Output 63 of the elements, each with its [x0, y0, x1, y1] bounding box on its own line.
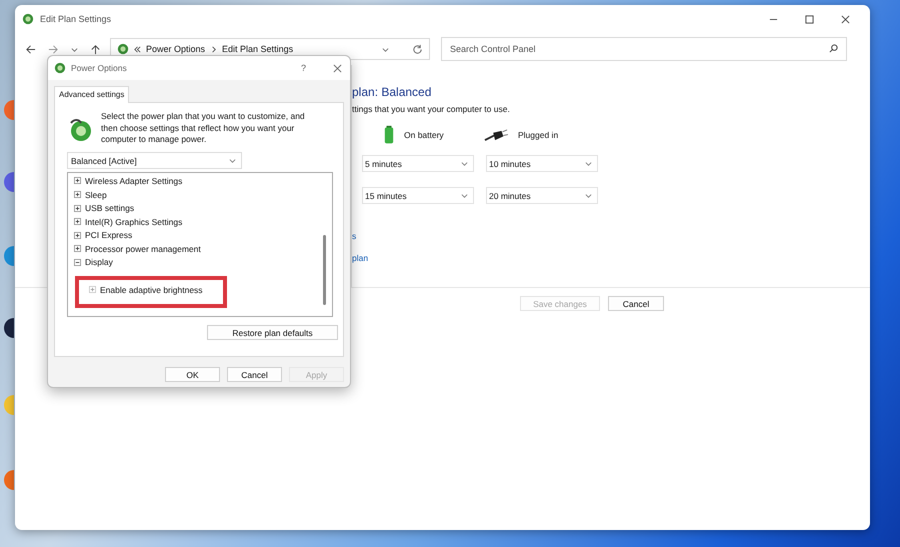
power-options-icon	[22, 13, 34, 25]
minutes-dropdown[interactable]: 20 minutes	[486, 187, 598, 204]
window-title: Edit Plan Settings	[40, 14, 112, 24]
close-icon[interactable]	[333, 64, 342, 72]
tree-item[interactable]: USB settings	[85, 203, 134, 214]
tree-item[interactable]: Display	[85, 257, 113, 268]
maximize-icon[interactable]	[805, 14, 814, 24]
expand-toggle-icon[interactable]	[74, 177, 81, 184]
description-text: Select the power plan that you want to customize, and then choose settings that reflect how you want your computer to manage power.	[101, 111, 306, 146]
breadcrumb-item[interactable]: Power Options	[146, 44, 206, 54]
plan-heading: plan: Balanced	[352, 85, 432, 99]
battery-icon	[384, 125, 394, 145]
expand-toggle-icon[interactable]	[74, 218, 81, 226]
column-label: On battery	[404, 130, 444, 140]
plan-dropdown[interactable]: Balanced [Active]	[67, 152, 242, 170]
dialog-title: Power Options	[71, 63, 127, 73]
caret-icon	[229, 157, 236, 164]
breadcrumb-item[interactable]: Edit Plan Settings	[222, 44, 294, 54]
up-arrow-icon[interactable]	[90, 44, 101, 54]
refresh-icon[interactable]	[412, 44, 423, 54]
tree-item[interactable]: Wireless Adapter Settings	[85, 176, 182, 186]
minutes-dropdown[interactable]: 5 minutes	[362, 155, 474, 172]
settings-link[interactable]: s	[352, 231, 356, 241]
double-chevron-icon	[134, 46, 141, 52]
tree-item[interactable]: PCI Express	[85, 230, 132, 240]
caret-icon	[585, 192, 592, 199]
power-options-icon	[54, 62, 66, 74]
caret-icon	[461, 160, 468, 167]
caret-icon[interactable]	[71, 46, 78, 52]
dropdown-caret-icon[interactable]	[382, 46, 389, 52]
close-icon[interactable]	[841, 14, 850, 24]
search-field[interactable]: Search Control Panel	[441, 37, 847, 61]
restore-defaults-button[interactable]: Restore plan defaults	[207, 325, 338, 340]
power-options-icon	[117, 43, 129, 55]
power-plug-icon	[484, 128, 508, 142]
expand-toggle-icon[interactable]	[74, 258, 81, 266]
help-button[interactable]: ?	[300, 63, 306, 73]
chevron-icon	[210, 46, 218, 52]
expand-toggle-icon[interactable]	[89, 286, 96, 294]
app-icon[interactable]	[4, 318, 14, 338]
search-icon	[829, 44, 838, 53]
forward-arrow-icon[interactable]	[48, 44, 59, 54]
dialog-button[interactable]: Cancel	[227, 367, 282, 382]
tree-item[interactable]: Processor power management	[85, 244, 201, 254]
scrollbar-drawing[interactable]	[323, 235, 326, 306]
minutes-dropdown[interactable]: 10 minutes	[486, 155, 598, 172]
caret-icon	[461, 192, 468, 199]
tree-item[interactable]: Enable adaptive brightness	[100, 284, 203, 295]
tree-item[interactable]: Intel(R) Graphics Settings	[85, 216, 182, 227]
expand-toggle-icon[interactable]	[74, 204, 81, 212]
expand-toggle-icon[interactable]	[74, 232, 81, 239]
expand-toggle-icon[interactable]	[74, 245, 81, 252]
minutes-dropdown[interactable]: 15 minutes	[362, 187, 474, 204]
caret-icon	[585, 160, 592, 167]
tree-item[interactable]: Sleep	[85, 190, 107, 200]
expand-toggle-icon[interactable]	[74, 191, 81, 198]
tab[interactable]: Advanced settings	[54, 86, 130, 103]
dialog-button[interactable]: OK	[165, 367, 220, 382]
instruction-text: ttings that you want your computer to use.	[352, 104, 511, 114]
back-arrow-icon[interactable]	[25, 44, 36, 54]
column-label: Plugged in	[518, 130, 558, 140]
settings-link[interactable]: plan	[352, 253, 368, 263]
footer-button[interactable]: Cancel	[608, 296, 664, 311]
